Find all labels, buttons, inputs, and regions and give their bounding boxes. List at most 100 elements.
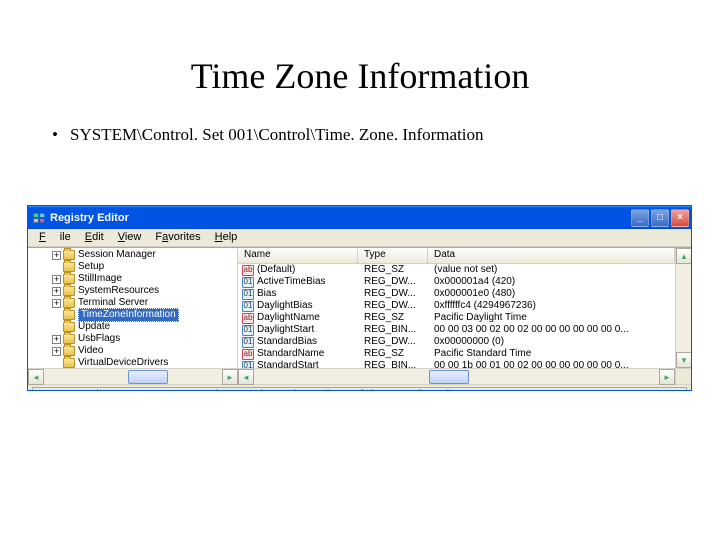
folder-icon — [63, 322, 75, 332]
value-type: REG_SZ — [358, 348, 428, 360]
tree-item[interactable]: + UsbFlags — [28, 333, 237, 345]
value-data: 0x000001e0 (480) — [428, 288, 675, 300]
status-path: My Computer\HKEY_LOCAL_MACHINE\SYSTEM\Co… — [32, 387, 687, 392]
scroll-up-icon[interactable]: ▲ — [676, 248, 692, 264]
folder-icon — [63, 298, 75, 308]
tree-label: Session Manager — [78, 249, 156, 261]
list-row[interactable]: ab(Default)REG_SZ(value not set) — [238, 264, 675, 276]
titlebar[interactable]: Registry Editor _ □ × — [28, 206, 691, 229]
folder-icon — [63, 286, 75, 296]
value-name: StandardName — [257, 348, 324, 360]
menu-view[interactable]: View — [111, 229, 149, 246]
expand-icon[interactable]: + — [52, 275, 61, 284]
value-name: ActiveTimeBias — [257, 276, 326, 288]
list-scrollbar-h[interactable]: ◄ ► — [238, 368, 675, 384]
value-data: (value not set) — [428, 264, 675, 276]
scroll-down-icon[interactable]: ▼ — [676, 352, 692, 368]
list-header: Name Type Data — [238, 248, 675, 264]
list-row[interactable]: 01DaylightStartREG_BIN...00 00 03 00 02 … — [238, 324, 675, 336]
value-dw-icon: 01 — [242, 277, 254, 288]
minimize-button[interactable]: _ — [631, 209, 649, 227]
expand-icon[interactable]: + — [52, 251, 61, 260]
list-row[interactable]: 01StandardBiasREG_DW...0x00000000 (0) — [238, 336, 675, 348]
close-button[interactable]: × — [671, 209, 689, 227]
scroll-left-icon[interactable]: ◄ — [238, 369, 254, 385]
registry-icon — [32, 211, 46, 225]
value-name: StandardBias — [257, 336, 317, 348]
tree-item[interactable]: + SystemResources — [28, 285, 237, 297]
value-dw-icon: 01 — [242, 289, 254, 300]
expand-icon[interactable]: + — [52, 347, 61, 356]
value-type: REG_DW... — [358, 300, 428, 312]
tree-label: UsbFlags — [78, 333, 120, 345]
tree-label: Video — [78, 345, 103, 357]
value-dw-icon: 01 — [242, 325, 254, 336]
tree-label: VirtualDeviceDrivers — [78, 357, 168, 368]
col-data[interactable]: Data — [428, 248, 675, 264]
tree-item[interactable]: Update — [28, 321, 237, 333]
expand-icon[interactable]: + — [52, 299, 61, 308]
bullet-text: SYSTEM\Control. Set 001\Control\Time. Zo… — [70, 125, 484, 144]
value-sz-icon: ab — [242, 313, 254, 324]
value-sz-icon: ab — [242, 265, 254, 276]
tree-label: SystemResources — [78, 285, 159, 297]
list-pane[interactable]: Name Type Data ab(Default)REG_SZ(value n… — [238, 248, 675, 368]
list-row[interactable]: 01ActiveTimeBias REG_DW...0x000001a4 (420… — [238, 276, 675, 288]
value-name: StandardStart — [257, 360, 319, 368]
col-name[interactable]: Name — [238, 248, 358, 264]
scroll-left-icon[interactable]: ◄ — [28, 369, 44, 385]
value-type: REG_DW... — [358, 276, 428, 288]
expand-icon[interactable]: + — [52, 287, 61, 296]
value-data: Pacific Standard Time — [428, 348, 675, 360]
value-data: 0x00000000 (0) — [428, 336, 675, 348]
col-type[interactable]: Type — [358, 248, 428, 264]
value-dw-icon: 01 — [242, 337, 254, 348]
tree-label: StillImage — [78, 273, 122, 285]
tree-label: Setup — [78, 261, 104, 273]
value-data: 00 00 1b 00 01 00 02 00 00 00 00 00 00 0… — [428, 360, 675, 368]
tree-item[interactable]: + Session Manager — [28, 249, 237, 261]
tree-item[interactable]: Setup — [28, 261, 237, 273]
scroll-right-icon[interactable]: ► — [659, 369, 675, 385]
menu-file[interactable]: File — [32, 229, 78, 246]
value-dw-icon: 01 — [242, 361, 254, 369]
tree-item[interactable]: VirtualDeviceDrivers — [28, 357, 237, 368]
scroll-thumb[interactable] — [128, 370, 168, 384]
tree-scrollbar-h[interactable]: ◄ ► — [28, 368, 238, 384]
value-type: REG_BIN... — [358, 360, 428, 368]
menu-edit[interactable]: Edit — [78, 229, 111, 246]
tree-item[interactable]: + StillImage — [28, 273, 237, 285]
list-row[interactable]: abDaylightNameREG_SZPacific Daylight Tim… — [238, 312, 675, 324]
value-type: REG_SZ — [358, 264, 428, 276]
tree-label: Update — [78, 321, 110, 333]
folder-icon — [63, 250, 75, 260]
expand-icon[interactable]: + — [52, 335, 61, 344]
list-row[interactable]: 01DaylightBiasREG_DW...0xffffffc4 (42949… — [238, 300, 675, 312]
scroll-thumb[interactable] — [429, 370, 469, 384]
scrollbar-vertical[interactable]: ▲ ▼ — [675, 248, 691, 368]
value-name: Bias — [257, 288, 276, 300]
menu-favorites[interactable]: Favorites — [148, 229, 207, 246]
menu-help[interactable]: Help — [208, 229, 245, 246]
folder-icon — [63, 274, 75, 284]
maximize-button[interactable]: □ — [651, 209, 669, 227]
tree-pane[interactable]: + Session ManagerSetup + StillImage + SystemR… — [28, 248, 238, 368]
value-type: REG_DW... — [358, 288, 428, 300]
folder-icon — [63, 310, 75, 320]
tree-item[interactable]: TimeZoneInformation — [28, 309, 237, 321]
value-name: DaylightName — [257, 312, 320, 324]
list-row[interactable]: 01Bias REG_DW...0x000001e0 (480) — [238, 288, 675, 300]
tree-item[interactable]: + Video — [28, 345, 237, 357]
value-data: Pacific Daylight Time — [428, 312, 675, 324]
folder-icon — [63, 262, 75, 272]
value-sz-icon: ab — [242, 349, 254, 360]
value-type: REG_BIN... — [358, 324, 428, 336]
value-data: 00 00 03 00 02 00 02 00 00 00 00 00 00 0… — [428, 324, 675, 336]
folder-icon — [63, 346, 75, 356]
value-data: 0x000001a4 (420) — [428, 276, 675, 288]
value-name: DaylightBias — [257, 300, 313, 312]
value-data: 0xffffffc4 (4294967236) — [428, 300, 675, 312]
list-row[interactable]: 01StandardStart REG_BIN...00 00 1b 00 01 … — [238, 360, 675, 368]
list-row[interactable]: abStandardName REG_SZPacific Standard Tim… — [238, 348, 675, 360]
scroll-right-icon[interactable]: ► — [222, 369, 238, 385]
